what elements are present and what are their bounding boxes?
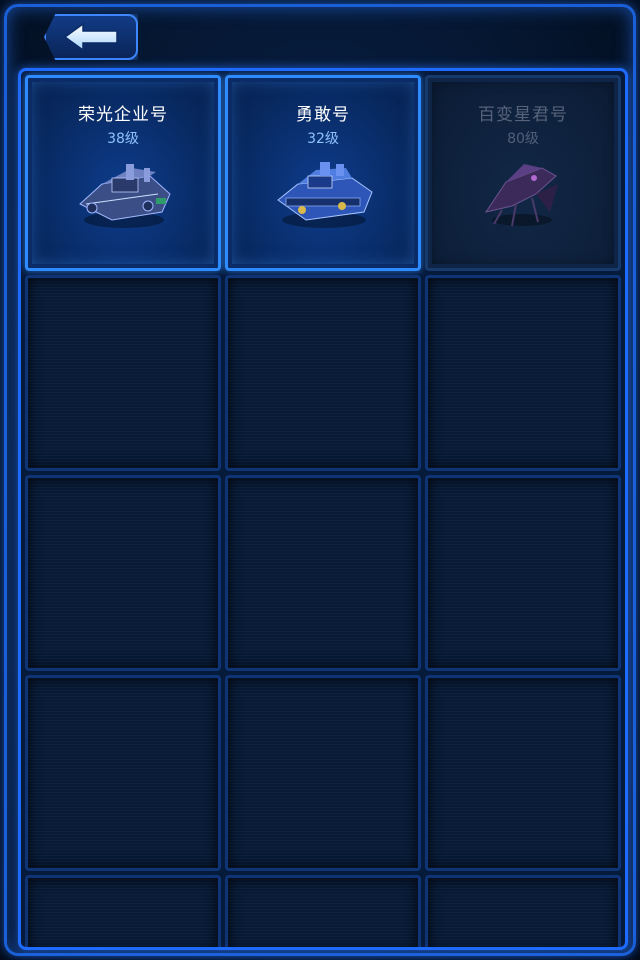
empty-slot (225, 875, 421, 947)
empty-slot (225, 275, 421, 471)
alien-ship-icon (484, 164, 558, 227)
empty-slot (25, 275, 221, 471)
ship-level: 32级 (307, 131, 339, 147)
battleship-icon (79, 164, 171, 228)
empty-slot (225, 475, 421, 671)
empty-slot (25, 875, 221, 947)
ship-name: 百变星君号 (478, 105, 568, 125)
empty-slot (25, 675, 221, 871)
ship-name: 荣光企业号 (78, 105, 168, 125)
ship-panel: 荣光企业号 38级 勇敢号 32级 百变星君号 80级 (18, 68, 628, 950)
empty-slot (425, 475, 621, 671)
empty-slot (25, 475, 221, 671)
ship-slot-2[interactable]: 勇敢号 32级 (225, 75, 421, 271)
ship-grid: 荣光企业号 38级 勇敢号 32级 百变星君号 80级 (25, 75, 621, 947)
ship-level: 80级 (507, 131, 539, 147)
empty-slot (225, 675, 421, 871)
ship-slot-3[interactable]: 百变星君号 80级 (425, 75, 621, 271)
empty-slot (425, 275, 621, 471)
ship-level: 38级 (107, 131, 139, 147)
back-arrow-icon (63, 22, 118, 52)
empty-slot (425, 675, 621, 871)
empty-slot (425, 875, 621, 947)
ship-name: 勇敢号 (296, 105, 350, 125)
ship-slot-1[interactable]: 荣光企业号 38级 (25, 75, 221, 271)
tank-ship-icon (277, 162, 373, 228)
back-button[interactable] (44, 14, 138, 60)
